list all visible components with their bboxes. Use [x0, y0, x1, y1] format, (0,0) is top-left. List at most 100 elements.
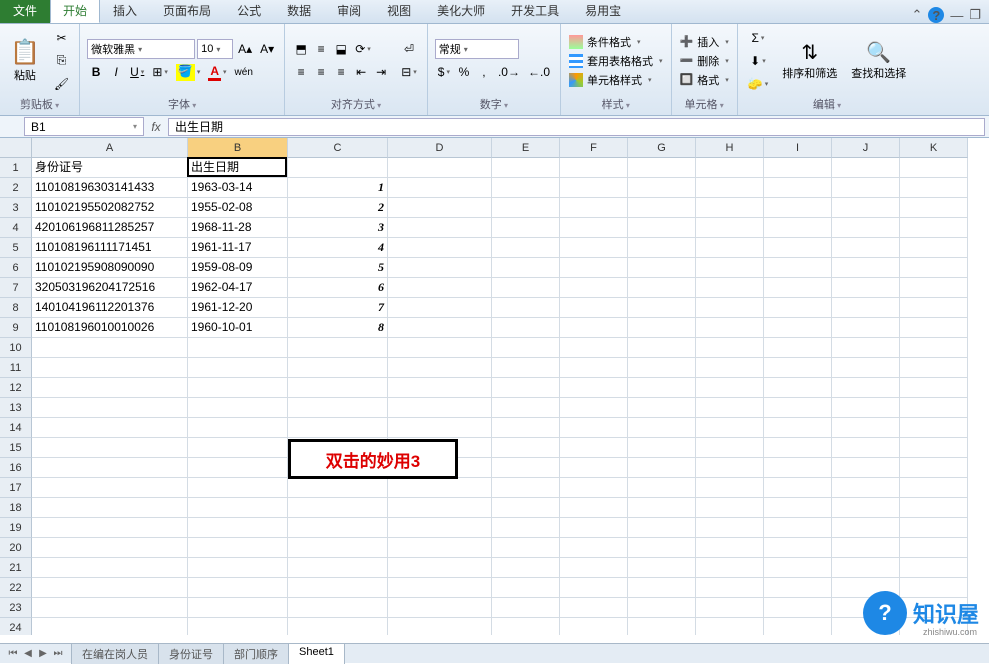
cell[interactable]: [696, 338, 764, 358]
tab-insert[interactable]: 插入: [100, 0, 150, 23]
cell[interactable]: [764, 518, 832, 538]
format-cells-button[interactable]: 🔲格式: [676, 71, 733, 89]
cell[interactable]: [832, 258, 900, 278]
cell[interactable]: [288, 418, 388, 438]
border-button[interactable]: ⊞: [149, 62, 171, 82]
cell[interactable]: [900, 238, 968, 258]
conditional-format-button[interactable]: 条件格式: [565, 33, 667, 51]
cell[interactable]: [832, 198, 900, 218]
cell[interactable]: [900, 258, 968, 278]
cell[interactable]: [628, 278, 696, 298]
cell[interactable]: 110102195908090090: [32, 258, 188, 278]
cell[interactable]: [696, 258, 764, 278]
format-painter-button[interactable]: 🖌: [51, 74, 72, 94]
cell[interactable]: [188, 478, 288, 498]
row-header-23[interactable]: 23: [0, 598, 32, 618]
row-header-7[interactable]: 7: [0, 278, 32, 298]
cell[interactable]: [560, 478, 628, 498]
cell[interactable]: [32, 518, 188, 538]
cell[interactable]: [696, 538, 764, 558]
tab-file[interactable]: 文件: [0, 0, 50, 23]
cell[interactable]: [764, 338, 832, 358]
cell[interactable]: 110108196303141433: [32, 178, 188, 198]
cell[interactable]: [900, 178, 968, 198]
cell[interactable]: [188, 398, 288, 418]
col-header-I[interactable]: I: [764, 138, 832, 158]
cell[interactable]: [288, 358, 388, 378]
col-header-F[interactable]: F: [560, 138, 628, 158]
cell[interactable]: [696, 178, 764, 198]
cell[interactable]: [388, 258, 492, 278]
cell[interactable]: [832, 158, 900, 178]
cell[interactable]: [628, 238, 696, 258]
cell[interactable]: [492, 358, 560, 378]
cell[interactable]: 1955-02-08: [188, 198, 288, 218]
cell[interactable]: [832, 178, 900, 198]
cell[interactable]: [900, 458, 968, 478]
cell[interactable]: [32, 438, 188, 458]
cell[interactable]: [900, 318, 968, 338]
col-header-C[interactable]: C: [288, 138, 388, 158]
cell[interactable]: [188, 358, 288, 378]
row-header-17[interactable]: 17: [0, 478, 32, 498]
cell[interactable]: [832, 478, 900, 498]
comma-button[interactable]: ,: [475, 62, 493, 82]
cell[interactable]: [32, 418, 188, 438]
cell[interactable]: [628, 558, 696, 578]
cell[interactable]: [492, 478, 560, 498]
cell[interactable]: [696, 218, 764, 238]
tab-formulas[interactable]: 公式: [224, 0, 274, 23]
cell[interactable]: [832, 218, 900, 238]
formula-input[interactable]: [168, 118, 985, 136]
cell[interactable]: [32, 458, 188, 478]
row-header-18[interactable]: 18: [0, 498, 32, 518]
cell[interactable]: [388, 498, 492, 518]
cell[interactable]: [32, 498, 188, 518]
cell[interactable]: [628, 258, 696, 278]
cell[interactable]: [388, 578, 492, 598]
cell[interactable]: [560, 298, 628, 318]
cell[interactable]: 1962-04-17: [188, 278, 288, 298]
cell[interactable]: [764, 418, 832, 438]
cell[interactable]: [696, 478, 764, 498]
cell[interactable]: [628, 358, 696, 378]
fill-button[interactable]: ⬇: [745, 51, 771, 71]
accounting-button[interactable]: $: [435, 62, 453, 82]
row-header-11[interactable]: 11: [0, 358, 32, 378]
row-header-15[interactable]: 15: [0, 438, 32, 458]
align-center-button[interactable]: ≡: [312, 62, 330, 82]
select-all-corner[interactable]: [0, 138, 32, 158]
delete-cells-button[interactable]: ➖删除: [676, 52, 733, 70]
col-header-B[interactable]: B: [188, 138, 288, 158]
cell[interactable]: [560, 618, 628, 635]
row-header-21[interactable]: 21: [0, 558, 32, 578]
cell[interactable]: [764, 558, 832, 578]
cell[interactable]: [388, 318, 492, 338]
cell[interactable]: [32, 618, 188, 635]
cell[interactable]: [188, 558, 288, 578]
cell[interactable]: [628, 298, 696, 318]
cell[interactable]: [900, 438, 968, 458]
tab-layout[interactable]: 页面布局: [150, 0, 224, 23]
col-header-J[interactable]: J: [832, 138, 900, 158]
cell[interactable]: [900, 338, 968, 358]
cell[interactable]: [832, 338, 900, 358]
cell[interactable]: [188, 418, 288, 438]
cell[interactable]: [492, 238, 560, 258]
cell[interactable]: 420106196811285257: [32, 218, 188, 238]
cell[interactable]: [188, 338, 288, 358]
autosum-button[interactable]: Σ: [745, 28, 771, 48]
fx-button[interactable]: fx: [144, 120, 168, 134]
cell[interactable]: [696, 438, 764, 458]
cell[interactable]: [628, 178, 696, 198]
cell[interactable]: [696, 378, 764, 398]
cell[interactable]: [288, 398, 388, 418]
cell[interactable]: [696, 298, 764, 318]
cell[interactable]: [696, 558, 764, 578]
cell[interactable]: [628, 418, 696, 438]
cell[interactable]: [764, 158, 832, 178]
cell[interactable]: [832, 518, 900, 538]
cell[interactable]: [388, 378, 492, 398]
cell[interactable]: [696, 198, 764, 218]
cell[interactable]: [288, 618, 388, 635]
